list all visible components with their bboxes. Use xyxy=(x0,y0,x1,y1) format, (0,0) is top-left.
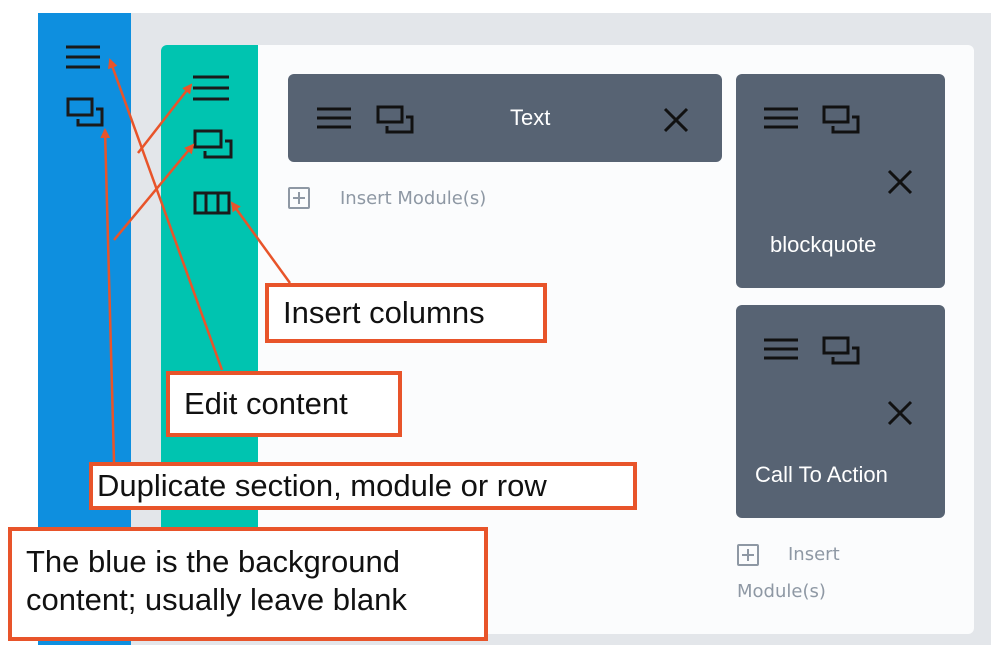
background-callout: The blue is the background content; usua… xyxy=(8,527,488,641)
close-icon[interactable] xyxy=(662,106,690,134)
module-menu-icon[interactable] xyxy=(763,105,799,131)
text-module[interactable]: Text xyxy=(288,74,722,162)
row-menu-icon[interactable] xyxy=(191,72,231,104)
module-title: blockquote xyxy=(770,232,877,257)
insert-module-link-line1[interactable]: Insert xyxy=(788,541,840,569)
module-menu-icon[interactable] xyxy=(763,336,799,362)
background-callout-line2: content; usually leave blank xyxy=(26,582,407,617)
section-duplicate-icon[interactable] xyxy=(66,97,104,129)
insert-module-link[interactable]: Insert Module(s) xyxy=(340,185,486,213)
module-title: Call To Action xyxy=(755,462,888,487)
duplicate-callout: Duplicate section, module or row xyxy=(89,462,637,510)
module-menu-icon[interactable] xyxy=(316,105,352,131)
blockquote-module[interactable]: blockquote xyxy=(736,74,945,288)
close-icon[interactable] xyxy=(886,168,914,196)
close-icon[interactable] xyxy=(886,399,914,427)
row-duplicate-icon[interactable] xyxy=(193,129,233,161)
module-duplicate-icon[interactable] xyxy=(376,105,414,135)
module-duplicate-icon[interactable] xyxy=(822,105,860,135)
insert-columns-icon[interactable] xyxy=(193,190,233,216)
insert-module-link-line2[interactable]: Module(s) xyxy=(737,578,826,606)
edit-content-callout: Edit content xyxy=(166,371,402,437)
section-menu-icon[interactable] xyxy=(64,42,102,72)
module-title: Text xyxy=(510,105,551,130)
module-duplicate-icon[interactable] xyxy=(822,336,860,366)
background-callout-line1: The blue is the background xyxy=(26,544,400,579)
insert-columns-callout: Insert columns xyxy=(265,283,547,343)
plus-box-icon[interactable] xyxy=(737,544,759,566)
plus-box-icon[interactable] xyxy=(288,187,310,209)
call-to-action-module[interactable]: Call To Action xyxy=(736,305,945,518)
